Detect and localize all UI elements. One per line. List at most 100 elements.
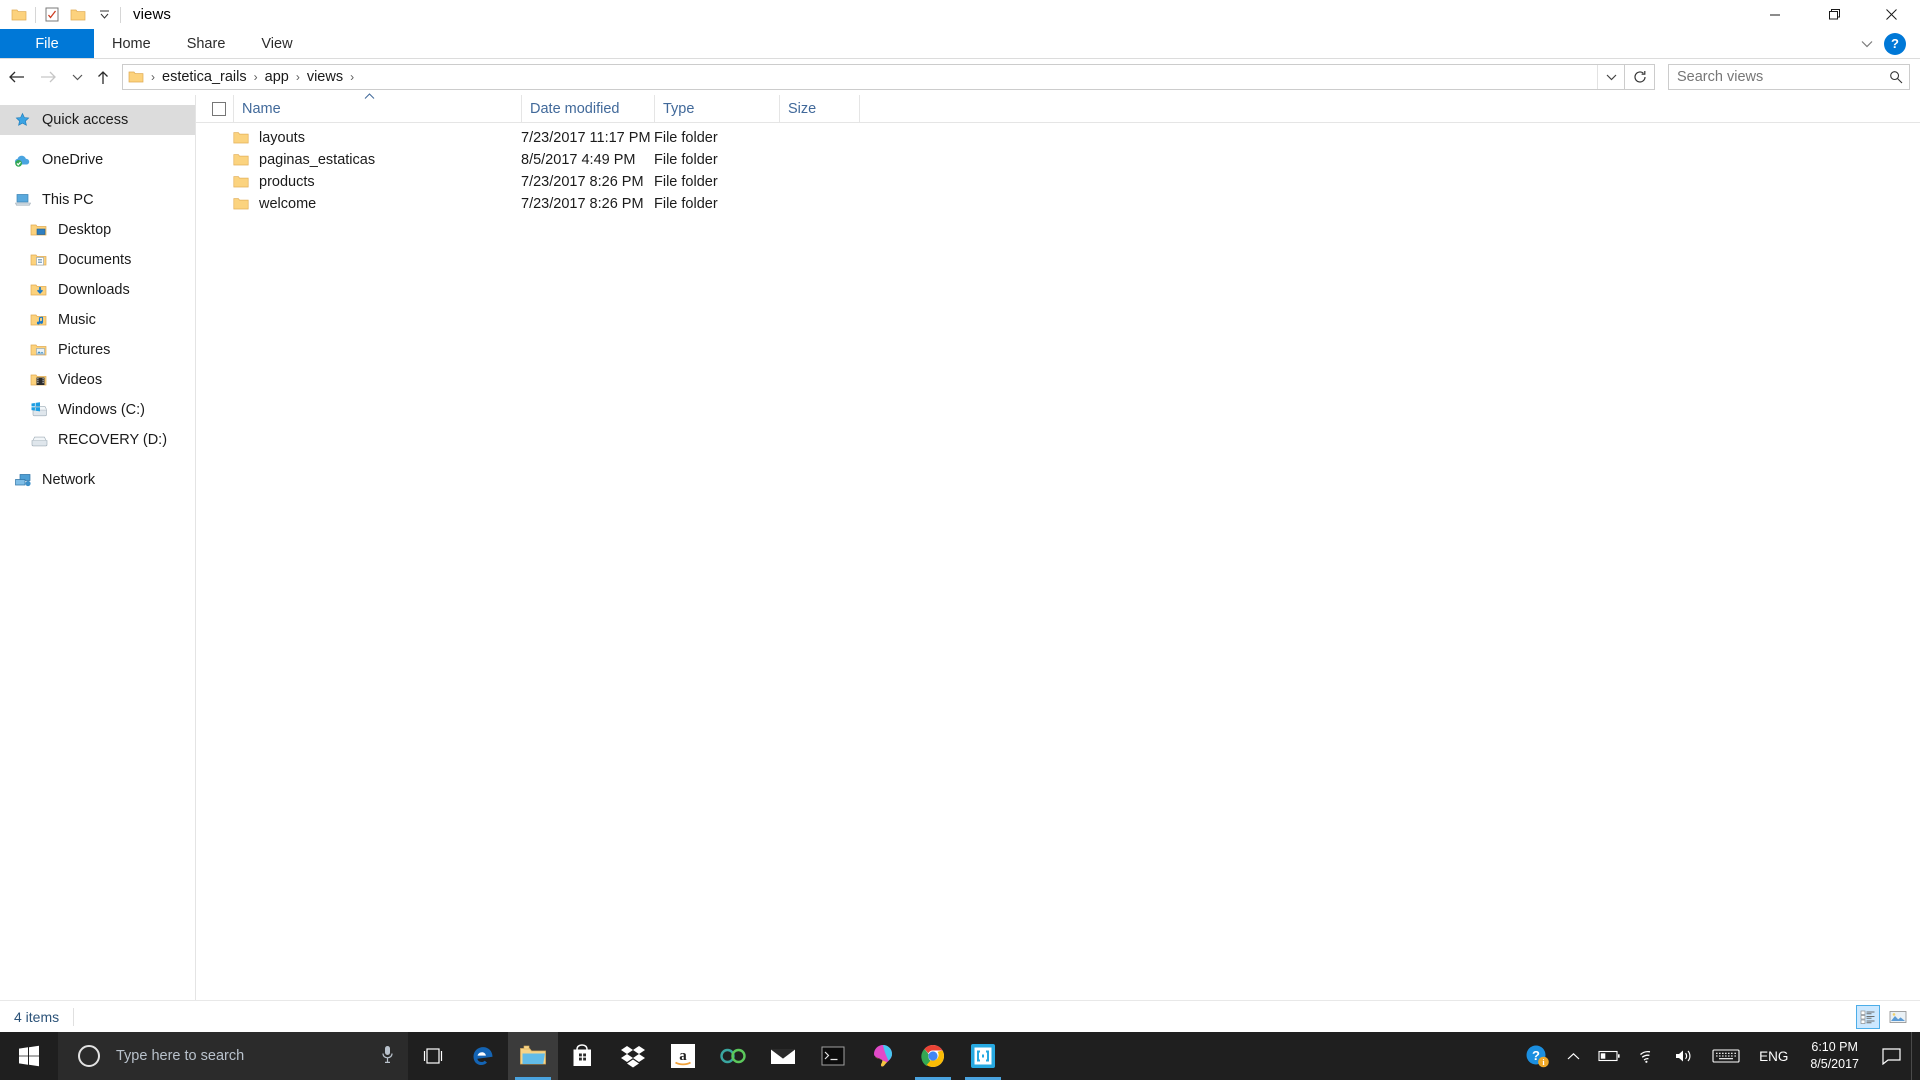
volume-icon[interactable] [1665,1032,1703,1080]
show-desktop-button[interactable] [1911,1032,1920,1080]
taskbar-app-command-prompt[interactable] [808,1032,858,1080]
file-name-cell[interactable]: welcome [196,193,521,215]
cortana-icon[interactable] [78,1045,100,1067]
file-type-cell: File folder [654,196,718,212]
column-header-size[interactable]: Size [779,95,859,122]
clock-date: 8/5/2017 [1810,1057,1859,1071]
sidebar-item-recovery-d[interactable]: RECOVERY (D:) [0,425,195,455]
chevron-up-icon[interactable] [1558,1032,1589,1080]
taskbar-search-box[interactable]: Type here to search [58,1032,408,1080]
taskbar-app-microsoft-edge[interactable] [458,1032,508,1080]
table-row[interactable]: paginas_estaticas 8/5/2017 4:49 PM File … [196,149,1920,171]
column-header-type[interactable]: Type [654,95,779,122]
taskbar-app-nextcloud[interactable] [708,1032,758,1080]
task-view-icon[interactable] [408,1032,458,1080]
sidebar-item-this-pc[interactable]: This PC [0,185,195,215]
sidebar-item-documents[interactable]: Documents [0,245,195,275]
taskbar-app-paint-3d[interactable] [858,1032,908,1080]
expand-ribbon-icon[interactable] [1852,29,1882,58]
file-name-cell[interactable]: layouts [196,127,521,149]
taskbar-app-microsoft-store[interactable] [558,1032,608,1080]
folder-icon [233,198,249,210]
view-toggle-group [1856,1005,1910,1029]
status-bar: 4 items [0,1000,1920,1033]
sidebar-item-label: Desktop [58,222,112,238]
breadcrumb-separator-1[interactable]: › [252,70,260,84]
tab-share[interactable]: Share [169,29,244,58]
search-box[interactable] [1668,64,1910,90]
nav-spacer-2 [0,175,195,185]
back-button[interactable] [0,62,32,92]
sidebar-item-network[interactable]: Network [0,465,195,495]
refresh-button[interactable] [1625,64,1655,90]
start-button[interactable] [0,1032,58,1080]
sidebar-item-label: Downloads [58,282,130,298]
sidebar-item-pictures[interactable]: Pictures [0,335,195,365]
touch-keyboard-icon[interactable] [1703,1032,1749,1080]
videos-folder-icon [30,370,52,390]
select-all-checkbox[interactable] [196,95,233,122]
taskbar-app-mail[interactable] [758,1032,808,1080]
pictures-folder-icon [30,340,52,360]
tab-home[interactable]: Home [94,29,169,58]
taskbar-app-file-explorer[interactable] [508,1032,558,1080]
details-view-button[interactable] [1856,1005,1880,1029]
sidebar-item-videos[interactable]: Videos [0,365,195,395]
up-button[interactable] [90,62,116,92]
microphone-icon[interactable] [381,1045,394,1069]
large-icons-view-button[interactable] [1886,1005,1910,1029]
search-input[interactable] [1669,68,1883,86]
minimize-button[interactable] [1746,0,1804,29]
properties-icon[interactable] [39,2,65,28]
breadcrumb-app[interactable]: app [260,69,294,85]
file-explorer-window: views File Home Share View ? › estetica_… [0,0,1920,1080]
taskbar-app-amazon[interactable]: a [658,1032,708,1080]
sidebar-item-label: Videos [58,372,103,388]
table-row[interactable]: welcome 7/23/2017 8:26 PM File folder [196,193,1920,215]
help-notification-icon[interactable]: ? i [1516,1032,1558,1080]
new-folder-icon[interactable] [65,2,91,28]
file-name-cell[interactable]: paginas_estaticas [196,149,521,171]
status-divider [73,1008,75,1026]
file-name-cell[interactable]: products [196,171,521,193]
sidebar-item-label: Network [42,472,96,488]
column-header-name[interactable]: Name [233,93,521,122]
sidebar-item-onedrive[interactable]: OneDrive [0,145,195,175]
battery-icon[interactable] [1589,1032,1629,1080]
file-rows: layouts 7/23/2017 11:17 PM File folder p… [196,123,1920,215]
search-icon[interactable] [1883,70,1909,84]
breadcrumb-estetica_rails[interactable]: estetica_rails [157,69,252,85]
taskbar-app-brackets[interactable] [958,1032,1008,1080]
breadcrumb-bar[interactable]: › estetica_rails › app › views › [122,64,1625,90]
sidebar-item-downloads[interactable]: Downloads [0,275,195,305]
breadcrumb-views[interactable]: views [302,69,348,85]
tab-file[interactable]: File [0,29,94,58]
sidebar-item-windows-c[interactable]: Windows (C:) [0,395,195,425]
taskbar-app-google-chrome[interactable] [908,1032,958,1080]
file-size-cell [779,127,859,149]
sidebar-item-quick-access[interactable]: Quick access [0,105,195,135]
customize-dropdown-icon[interactable] [91,2,117,28]
breadcrumb-separator-2[interactable]: › [294,70,302,84]
table-row[interactable]: layouts 7/23/2017 11:17 PM File folder [196,127,1920,149]
taskbar-app-dropbox[interactable] [608,1032,658,1080]
file-size-cell [779,193,859,215]
wifi-icon[interactable] [1629,1032,1665,1080]
breadcrumb-separator-0[interactable]: › [149,70,157,84]
sidebar-item-music[interactable]: Music [0,305,195,335]
address-dropdown-icon[interactable] [1597,65,1624,89]
clock[interactable]: 6:10 PM 8/5/2017 [1798,1039,1871,1073]
column-header-date-modified[interactable]: Date modified [521,95,654,122]
recent-locations-button[interactable] [64,62,90,92]
checkbox-box[interactable] [211,101,226,116]
language-indicator[interactable]: ENG [1749,1049,1798,1064]
maximize-button[interactable] [1804,0,1862,29]
help-button[interactable]: ? [1884,32,1906,55]
sidebar-item-desktop[interactable]: Desktop [0,215,195,245]
breadcrumb-separator-3[interactable]: › [348,70,356,84]
table-row[interactable]: products 7/23/2017 8:26 PM File folder [196,171,1920,193]
close-button[interactable] [1862,0,1920,29]
tab-view[interactable]: View [243,29,310,58]
action-center-icon[interactable] [1871,1047,1911,1065]
forward-button[interactable] [32,62,64,92]
